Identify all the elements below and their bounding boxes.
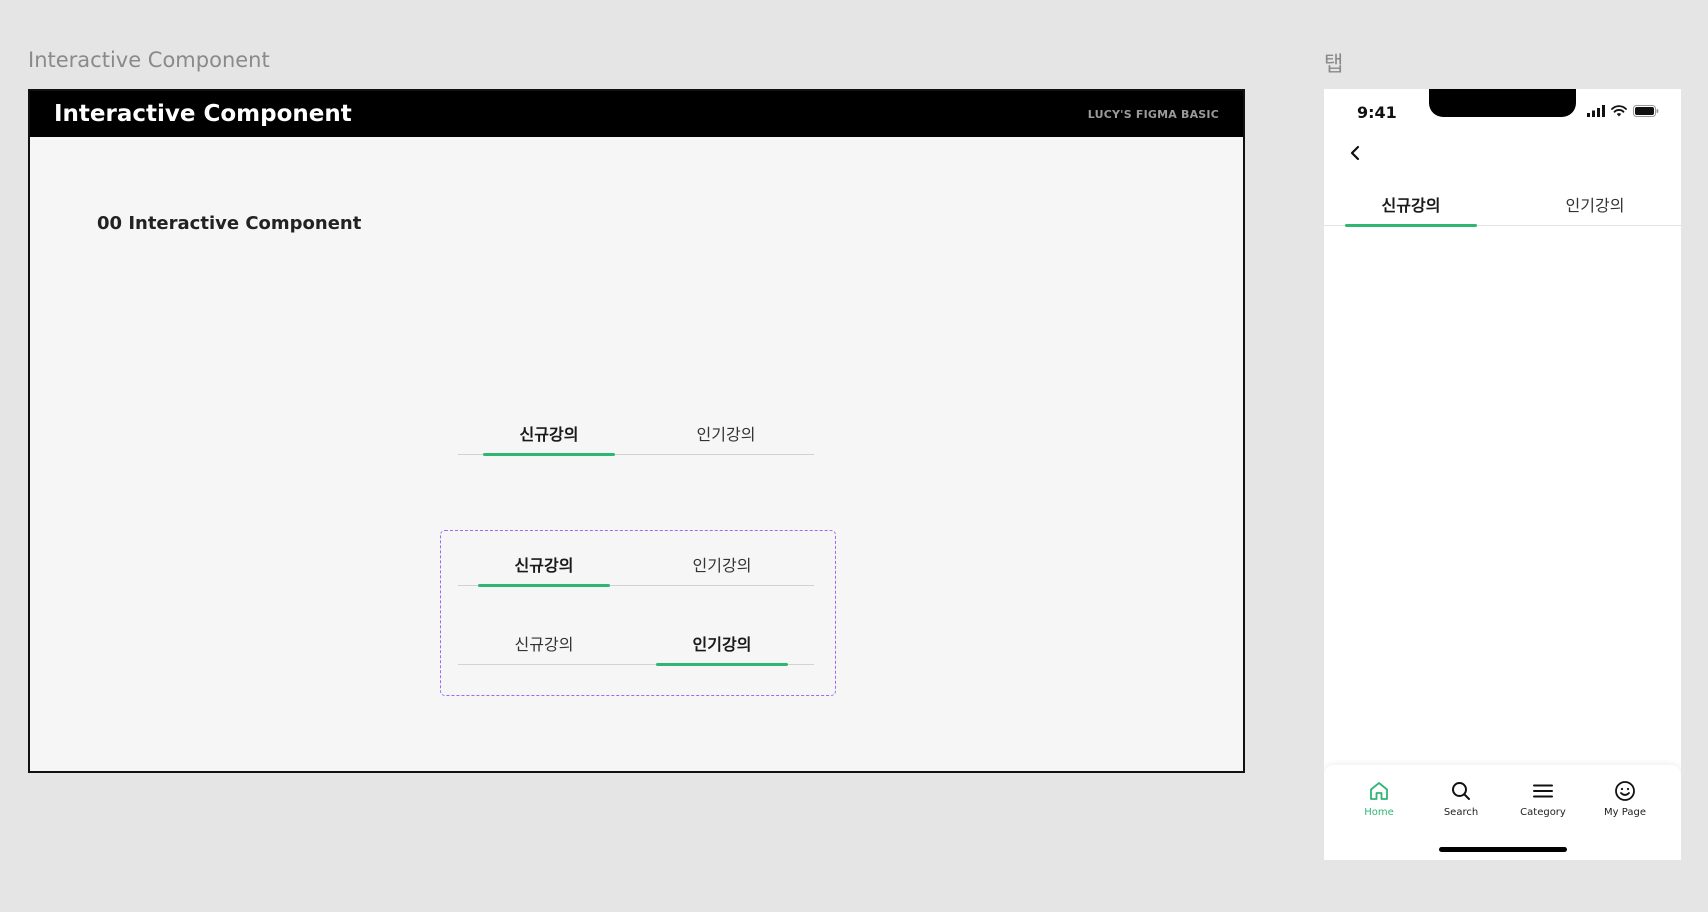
nav-label-my-page: My Page [1604, 807, 1646, 818]
nav-label-search: Search [1443, 807, 1479, 818]
frame-label-interactive-component: Interactive Component [28, 48, 270, 72]
tab-variant-2: 신규강의 인기강의 [458, 621, 814, 666]
battery-icon [1633, 105, 1659, 117]
tab-component-instance: 신규강의 인기강의 [458, 411, 814, 456]
nav-item-search[interactable]: Search [1420, 779, 1502, 818]
bottom-navigation: Home Search Category My Page [1324, 765, 1681, 860]
status-icons [1587, 105, 1659, 117]
menu-icon [1533, 784, 1553, 798]
phone-tab-bar: 신규강의 인기강의 [1324, 181, 1681, 227]
main-frame: Interactive Component LUCY'S FIGMA BASIC… [28, 89, 1245, 773]
tab-popular-lectures[interactable]: 인기강의 [656, 542, 788, 586]
home-indicator [1439, 847, 1567, 852]
tab-variant-1: 신규강의 인기강의 [458, 542, 814, 587]
section-title: 00 Interactive Component [97, 213, 362, 234]
nav-item-category[interactable]: Category [1502, 779, 1584, 818]
frame-label-tab: 탭 [1324, 52, 1344, 76]
nav-item-home[interactable]: Home [1338, 779, 1420, 818]
tab-new-lectures[interactable]: 신규강의 [478, 621, 610, 665]
tab-new-lectures[interactable]: 신규강의 [478, 542, 610, 587]
tab-new-lectures[interactable]: 신규강의 [1345, 181, 1477, 227]
phone-notch [1429, 89, 1576, 117]
search-icon [1452, 782, 1470, 800]
tab-popular-lectures[interactable]: 인기강의 [656, 621, 788, 666]
status-time: 9:41 [1357, 103, 1397, 122]
main-header-title: Interactive Component [54, 101, 352, 127]
main-header-tag: LUCY'S FIGMA BASIC [1087, 107, 1219, 121]
nav-item-my-page[interactable]: My Page [1584, 779, 1666, 818]
tab-popular-lectures[interactable]: 인기강의 [1529, 181, 1661, 226]
chevron-left-icon [1350, 145, 1360, 161]
nav-label-home: Home [1364, 807, 1394, 818]
cellular-signal-icon [1587, 105, 1605, 117]
smile-icon [1615, 781, 1635, 801]
nav-label-category: Category [1520, 807, 1566, 818]
back-button[interactable] [1344, 141, 1368, 165]
wifi-icon [1611, 105, 1627, 117]
tab-popular-lectures[interactable]: 인기강의 [660, 411, 792, 455]
tab-new-lectures[interactable]: 신규강의 [483, 411, 615, 456]
main-header: Interactive Component LUCY'S FIGMA BASIC [30, 91, 1243, 137]
phone-frame: 9:41 신규강의 인기강의 Home Search Category My P… [1324, 89, 1681, 860]
home-icon [1370, 782, 1388, 800]
